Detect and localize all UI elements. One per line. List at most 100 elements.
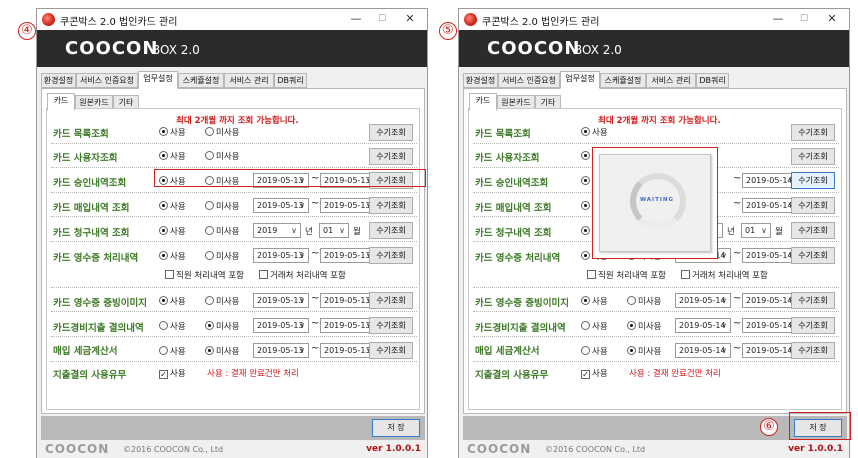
manual-query-button[interactable]: 수기조회 bbox=[791, 247, 835, 264]
radio-not-use[interactable]: 미사용 bbox=[627, 320, 661, 332]
maximize-button[interactable]: ☐ bbox=[371, 11, 393, 27]
radio-not-use[interactable]: 미사용 bbox=[205, 295, 239, 307]
date-to-picker[interactable]: 2019-05-13∨ bbox=[320, 198, 376, 213]
date-to-picker[interactable]: 2019-05-13∨ bbox=[320, 293, 376, 308]
checkbox-employee-records[interactable]: 직원 처리내역 포함 bbox=[165, 269, 244, 281]
tab-env-settings[interactable]: 환경설정 bbox=[41, 73, 76, 88]
chevron-down-icon: ∨ bbox=[721, 346, 727, 355]
date-to-picker[interactable]: 2019-05-14∨ bbox=[742, 293, 798, 308]
row-label: 카드 청구내역 조회 bbox=[475, 228, 552, 239]
minimize-button[interactable]: — bbox=[767, 11, 789, 27]
radio-use[interactable]: 사용 bbox=[159, 320, 186, 332]
date-from-picker[interactable]: 2019-05-14∨ bbox=[675, 343, 731, 358]
radio-use[interactable]: 사용 bbox=[159, 200, 186, 212]
divider bbox=[51, 336, 417, 337]
date-to-picker[interactable]: 2019-05-13∨ bbox=[320, 318, 376, 333]
radio-not-use[interactable]: 미사용 bbox=[205, 250, 239, 262]
chevron-down-icon: ∨ bbox=[721, 321, 727, 330]
date-to-picker[interactable]: 2019-05-14∨ bbox=[742, 248, 798, 263]
row-label: 카드 매입내역 조회 bbox=[475, 203, 552, 214]
radio-use[interactable]: 사용 bbox=[159, 150, 186, 162]
manual-query-button[interactable]: 수기조회 bbox=[369, 342, 413, 359]
date-to-picker[interactable]: 2019-05-14∨ bbox=[742, 343, 798, 358]
row-label: 매입 세금계산서 bbox=[475, 346, 540, 357]
checkbox-expense-use[interactable]: ✓ 사용 bbox=[159, 367, 186, 379]
manual-query-button[interactable]: 수기조회 bbox=[791, 292, 835, 309]
loading-panel: WAITING bbox=[599, 154, 711, 252]
manual-query-button[interactable]: 수기조회 bbox=[791, 172, 835, 189]
tab-auth-request[interactable]: 서비스 인증요청 bbox=[498, 73, 560, 88]
radio-use[interactable]: 사용 bbox=[581, 320, 608, 332]
row-label: 카드 사용자조회 bbox=[53, 153, 118, 164]
date-from-picker[interactable]: 2019-05-13 ∨ bbox=[253, 198, 309, 213]
tab-service-management[interactable]: 서비스 관리 bbox=[646, 73, 696, 88]
date-to-picker[interactable]: 2019-05-13∨ bbox=[320, 343, 376, 358]
title-bar: 쿠콘박스 2.0 법인카드 관리 — ☐ ✕ bbox=[459, 9, 849, 30]
save-button[interactable]: 저 장 bbox=[372, 419, 420, 437]
radio-not-use[interactable]: 미사용 bbox=[205, 150, 239, 162]
date-to-picker[interactable]: 2019-05-14∨ bbox=[742, 173, 798, 188]
radio-use[interactable]: 사용 bbox=[159, 126, 186, 138]
subtab-card[interactable]: 카드 bbox=[469, 93, 497, 111]
date-to-picker[interactable]: 2019-05-14∨ bbox=[742, 318, 798, 333]
maximize-button[interactable]: ☐ bbox=[793, 11, 815, 27]
radio-use[interactable]: 사용 bbox=[159, 295, 186, 307]
manual-query-button[interactable]: 수기조회 bbox=[369, 148, 413, 165]
manual-query-button[interactable]: 수기조회 bbox=[791, 222, 835, 239]
date-from-picker[interactable]: 2019-05-13 ∨ bbox=[253, 318, 309, 333]
manual-query-button[interactable]: 수기조회 bbox=[369, 247, 413, 264]
chevron-down-icon: ∨ bbox=[299, 346, 305, 355]
tab-db-query[interactable]: DB쿼리 bbox=[696, 73, 729, 88]
tab-task-settings[interactable]: 업무설정 bbox=[138, 71, 178, 89]
radio-not-use[interactable]: 미사용 bbox=[205, 126, 239, 138]
tab-env-settings[interactable]: 환경설정 bbox=[463, 73, 498, 88]
radio-not-use[interactable]: 미사용 bbox=[205, 200, 239, 212]
manual-query-button[interactable]: 수기조회 bbox=[791, 148, 835, 165]
month-select[interactable]: 01 ∨ bbox=[319, 223, 349, 238]
radio-not-use[interactable]: 미사용 bbox=[627, 345, 661, 357]
date-to-picker[interactable]: 2019-05-13∨ bbox=[320, 248, 376, 263]
radio-use[interactable]: 사용 bbox=[581, 345, 608, 357]
manual-query-button[interactable]: 수기조회 bbox=[791, 317, 835, 334]
radio-not-use[interactable]: 미사용 bbox=[205, 345, 239, 357]
radio-not-use[interactable]: 미사용 bbox=[205, 320, 239, 332]
manual-query-button[interactable]: 수기조회 bbox=[791, 197, 835, 214]
radio-use[interactable]: 사용 bbox=[159, 225, 186, 237]
month-unit: 월 bbox=[775, 227, 783, 237]
subtab-card[interactable]: 카드 bbox=[47, 93, 75, 111]
date-from-picker[interactable]: 2019-05-14∨ bbox=[675, 293, 731, 308]
tab-db-query[interactable]: DB쿼리 bbox=[274, 73, 307, 88]
tab-schedule-settings[interactable]: 스케쥴설정 bbox=[600, 73, 646, 88]
checkbox-employee-records[interactable]: 직원 처리내역 포함 bbox=[587, 269, 666, 281]
tab-auth-request[interactable]: 서비스 인증요청 bbox=[76, 73, 138, 88]
tab-task-settings[interactable]: 업무설정 bbox=[560, 71, 600, 89]
tab-schedule-settings[interactable]: 스케쥴설정 bbox=[178, 73, 224, 88]
radio-use[interactable]: 사용 bbox=[581, 295, 608, 307]
close-button[interactable]: ✕ bbox=[821, 11, 843, 27]
date-from-picker[interactable]: 2019-05-13 ∨ bbox=[253, 293, 309, 308]
date-from-picker[interactable]: 2019-05-13 ∨ bbox=[253, 248, 309, 263]
manual-query-button[interactable]: 수기조회 bbox=[369, 197, 413, 214]
radio-not-use[interactable]: 미사용 bbox=[627, 295, 661, 307]
checkbox-vendor-records[interactable]: 거래처 처리내역 포함 bbox=[259, 269, 346, 281]
tab-service-management[interactable]: 서비스 관리 bbox=[224, 73, 274, 88]
date-from-picker[interactable]: 2019-05-13 ∨ bbox=[253, 343, 309, 358]
manual-query-button[interactable]: 수기조회 bbox=[369, 317, 413, 334]
year-select[interactable]: 2019∨ bbox=[253, 223, 301, 238]
checkbox-expense-use[interactable]: ✓ 사용 bbox=[581, 367, 608, 379]
manual-query-button[interactable]: 수기조회 bbox=[369, 222, 413, 239]
radio-use[interactable]: 사용 bbox=[159, 345, 186, 357]
manual-query-button[interactable]: 수기조회 bbox=[369, 124, 413, 141]
checkbox-vendor-records[interactable]: 거래처 처리내역 포함 bbox=[681, 269, 768, 281]
minimize-button[interactable]: — bbox=[345, 11, 367, 27]
close-button[interactable]: ✕ bbox=[399, 11, 421, 27]
month-select[interactable]: 01 ∨ bbox=[741, 223, 771, 238]
manual-query-button[interactable]: 수기조회 bbox=[791, 124, 835, 141]
radio-not-use[interactable]: 미사용 bbox=[205, 225, 239, 237]
radio-use[interactable]: 사용 bbox=[159, 250, 186, 262]
date-from-picker[interactable]: 2019-05-14∨ bbox=[675, 318, 731, 333]
manual-query-button[interactable]: 수기조회 bbox=[791, 342, 835, 359]
manual-query-button[interactable]: 수기조회 bbox=[369, 292, 413, 309]
radio-use[interactable]: 사용 bbox=[581, 126, 608, 138]
date-to-picker[interactable]: 2019-05-14∨ bbox=[742, 198, 798, 213]
